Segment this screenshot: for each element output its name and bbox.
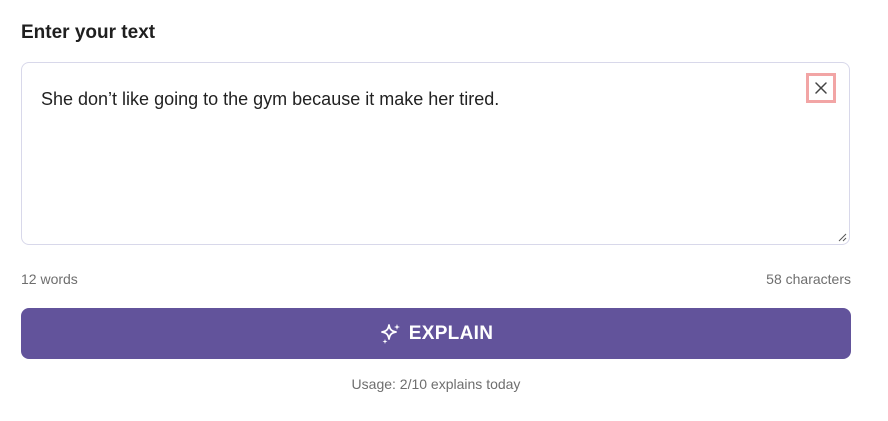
- resize-handle-icon[interactable]: [837, 232, 847, 242]
- clear-text-button[interactable]: [806, 73, 836, 103]
- text-input-value[interactable]: She don’t like going to the gym because …: [41, 89, 499, 110]
- sparkles-icon: [379, 322, 403, 346]
- usage-status: Usage: 2/10 explains today: [351, 376, 521, 392]
- text-input-area[interactable]: She don’t like going to the gym because …: [21, 62, 850, 245]
- text-input-panel: Enter your text She don’t like going to …: [0, 0, 888, 421]
- character-count: 58 characters: [766, 271, 851, 287]
- explain-button-label: EXPLAIN: [408, 322, 494, 344]
- close-icon: [815, 82, 827, 94]
- section-heading: Enter your text: [21, 22, 156, 43]
- word-count: 12 words: [21, 271, 78, 287]
- explain-button[interactable]: EXPLAIN: [21, 308, 851, 359]
